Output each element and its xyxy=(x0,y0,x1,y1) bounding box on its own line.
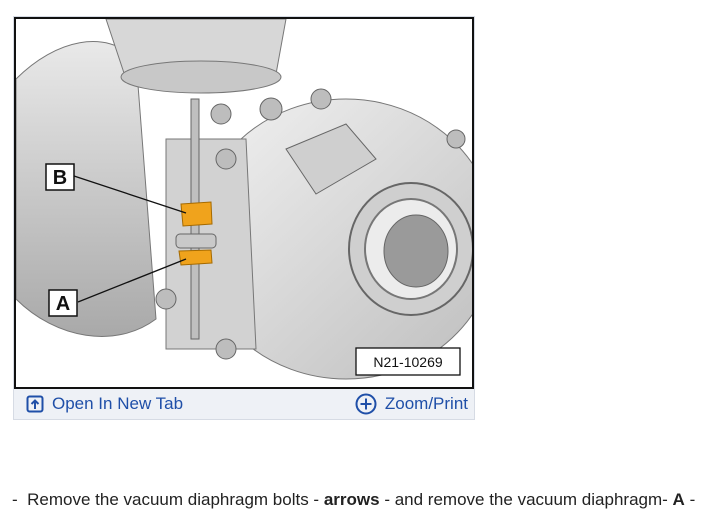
figure-id-label: N21-10269 xyxy=(373,354,442,370)
callout-b: B xyxy=(53,167,67,189)
instruction-text-2: - and remove the vacuum diaphragm- xyxy=(384,490,668,509)
figure-toolbar: Open In New Tab Zoom/Print xyxy=(14,389,474,419)
zoom-print-label: Zoom/Print xyxy=(384,394,468,413)
callout-a: A xyxy=(56,293,70,315)
zoom-print-button[interactable]: Zoom/Print xyxy=(355,393,474,415)
figure-card: B A N21-10269 Open In New Tab Zoom/Print xyxy=(13,16,475,420)
instruction-step: - Remove the vacuum diaphragm bolts - ar… xyxy=(12,490,695,510)
instruction-text-1: Remove the vacuum diaphragm bolts - xyxy=(27,490,320,509)
turbocharger-drawing: B A N21-10269 xyxy=(16,19,472,380)
zoom-plus-circle-icon xyxy=(355,393,377,415)
open-in-new-tab-icon xyxy=(26,395,44,413)
open-in-new-tab-button[interactable]: Open In New Tab xyxy=(14,394,183,414)
instruction-arrows-ref: arrows xyxy=(323,490,380,509)
turbocharger-illustration: B A N21-10269 xyxy=(14,17,474,389)
instruction-trail: - xyxy=(689,490,696,509)
open-in-new-tab-label: Open In New Tab xyxy=(52,394,184,413)
instruction-a-ref: A xyxy=(672,490,685,509)
